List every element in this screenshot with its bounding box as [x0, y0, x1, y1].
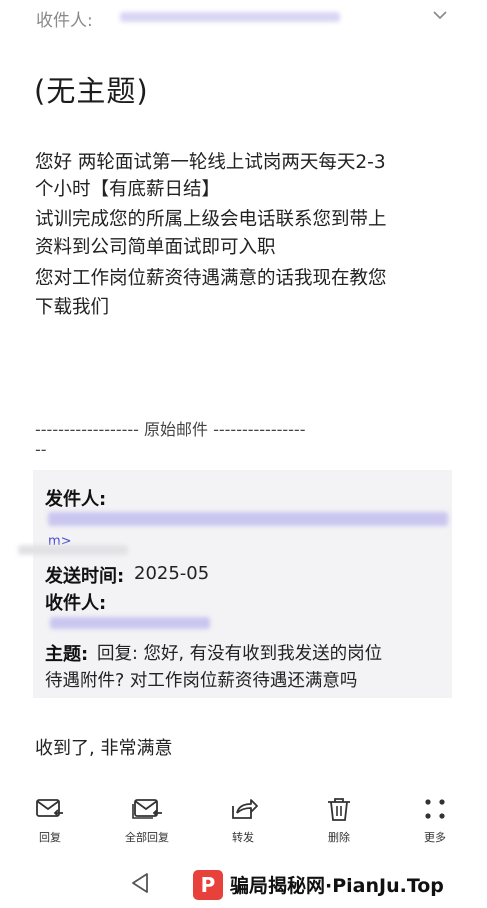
quoted-subject-line: 回复: 您好, 有没有收到我发送的岗位 — [97, 644, 383, 664]
reply-all-icon — [132, 799, 162, 819]
email-subject: (无主题) — [34, 74, 149, 108]
sent-time-value: 2025-05 — [134, 563, 210, 584]
body-line: 您好 两轮面试第一轮线上试岗两天每天2-3 — [35, 152, 386, 173]
reply-message: 收到了, 非常满意 — [35, 738, 173, 759]
reply-all-label: 全部回复 — [125, 831, 169, 844]
quoted-subject-label: 主题: — [45, 644, 89, 665]
reply-button[interactable]: 回复 — [10, 786, 90, 845]
body-line: 个小时【有底薪日结】 — [35, 179, 221, 200]
recipient-label: 收件人: — [36, 11, 93, 31]
more-dots-icon — [425, 799, 445, 819]
original-mail-divider: ------------------ 原始邮件 ---------------- — [35, 420, 306, 439]
watermark-logo: P — [193, 870, 223, 900]
body-line: 资料到公司简单面试即可入职 — [35, 237, 276, 258]
forward-icon — [232, 799, 258, 819]
body-line: 试训完成您的所属上级会电话联系您到带上 — [35, 209, 387, 230]
forward-button[interactable]: 转发 — [203, 786, 283, 845]
body-line: 您对工作岗位薪资待遇满意的话我现在教您 — [35, 268, 387, 289]
reply-icon — [36, 799, 63, 817]
recipient-label-quoted: 收件人: — [45, 593, 107, 614]
sender-redacted — [48, 512, 448, 526]
back-triangle-icon[interactable] — [130, 872, 150, 894]
original-mail-divider-tail: -- — [35, 440, 47, 459]
delete-label: 删除 — [328, 831, 350, 844]
more-label: 更多 — [424, 831, 446, 844]
redaction-smudge — [18, 545, 128, 555]
more-button[interactable]: 更多 — [395, 786, 475, 845]
chevron-down-icon[interactable] — [433, 8, 447, 22]
reply-all-button[interactable]: 全部回复 — [107, 786, 187, 845]
watermark-text: 骗局揭秘网·PianJu.Top — [230, 875, 444, 897]
recipient-redacted — [50, 617, 210, 629]
trash-icon — [328, 798, 350, 821]
quoted-subject-line: 待遇附件? 对工作岗位薪资待遇还满意吗 — [45, 671, 358, 691]
reply-label: 回复 — [39, 831, 61, 844]
body-line: 下载我们 — [35, 297, 110, 318]
delete-button[interactable]: 删除 — [299, 786, 379, 845]
watermark-logo-letter: P — [200, 873, 216, 897]
forward-label: 转发 — [232, 831, 254, 844]
bottom-toolbar: 回复 全部回复 转发 删除 更多 — [0, 786, 487, 856]
sent-time-label: 发送时间: — [45, 566, 125, 587]
recipient-redacted-value — [120, 12, 340, 22]
sender-label: 发件人: — [45, 489, 107, 510]
